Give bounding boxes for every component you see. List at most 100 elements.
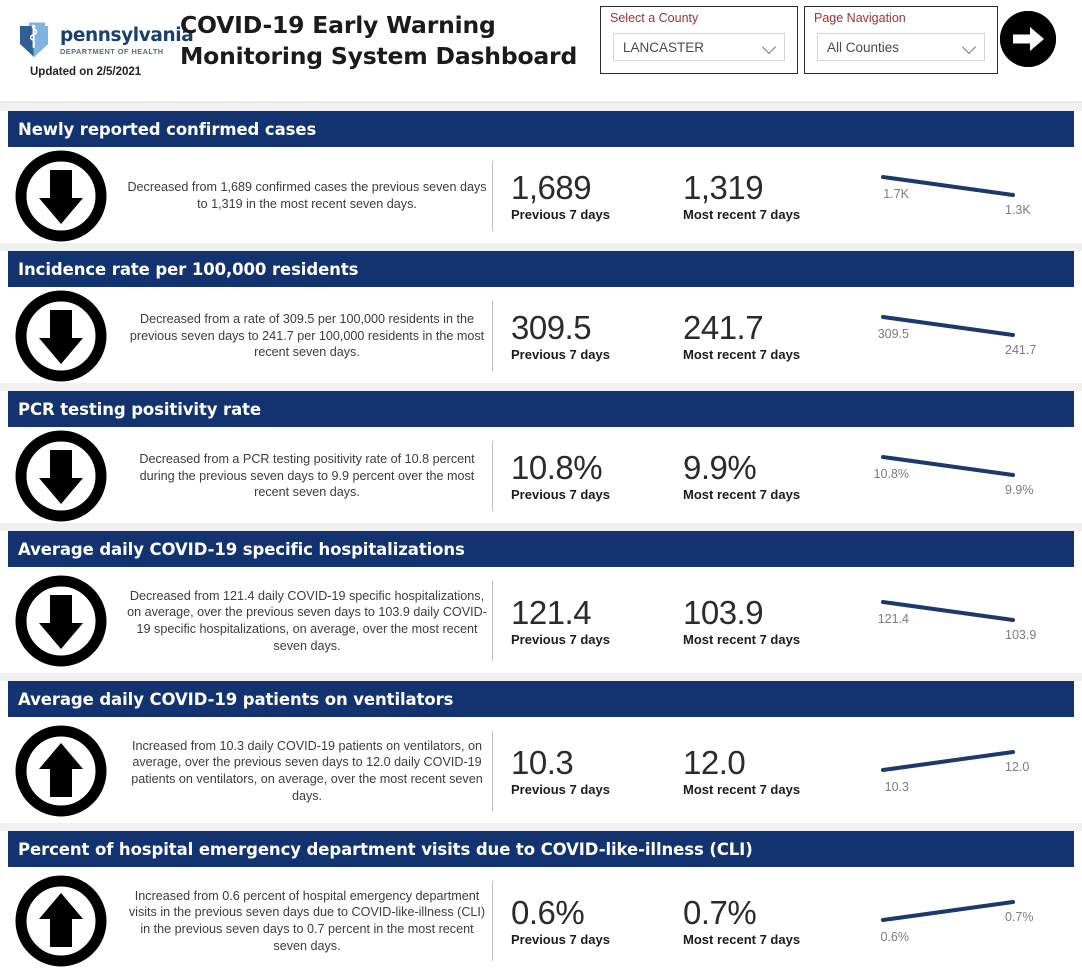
updated-date: Updated on 2/5/2021 [30,66,142,78]
previous-period-value: 10.3 [511,743,574,781]
sparkline-end-label: 241.7 [1005,343,1037,357]
page-navigation-selector[interactable]: Page Navigation All Counties [804,6,998,74]
arrow-right-circle-icon [1000,11,1056,67]
section-body: Decreased from a PCR testing positivity … [0,427,1082,523]
section-gap [0,523,1082,531]
metric-section: Newly reported confirmed cases Decreased… [0,103,1082,243]
recent-period-label: Most recent 7 days [683,347,801,363]
section-banner: Average daily COVID-19 specific hospital… [8,531,1074,567]
section-banner: PCR testing positivity rate [8,391,1074,427]
section-description: Increased from 0.6 percent of hospital e… [128,888,486,953]
previous-period-label: Previous 7 days [511,347,610,363]
recent-period-value: 12.0 [683,743,746,781]
section-title: PCR testing positivity rate [18,399,262,419]
recent-period-stat: 12.0 Most recent 7 days [665,745,865,798]
next-page-button[interactable] [1000,11,1056,67]
page-navigation-label: Page Navigation [814,11,906,25]
section-description: Decreased from a PCR testing positivity … [139,451,475,500]
previous-period-label: Previous 7 days [511,632,610,648]
section-body: Decreased from 121.4 daily COVID-19 spec… [0,567,1082,673]
recent-period-value: 103.9 [683,593,764,631]
section-title: Newly reported confirmed cases [18,119,317,139]
county-dropdown-value: LANCASTER [623,39,705,55]
recent-period-stat: 1,319 Most recent 7 days [665,170,865,223]
sparkline-start-label: 0.6% [880,930,910,944]
section-description: Increased from 10.3 daily COVID-19 patie… [131,738,483,803]
section-description: Decreased from 121.4 daily COVID-19 spec… [127,588,487,653]
section-body: Decreased from a rate of 309.5 per 100,0… [0,287,1082,383]
section-gap [0,823,1082,831]
section-banner: Newly reported confirmed cases [8,111,1074,147]
trend-icon-cell [0,575,122,667]
chevron-down-icon [762,39,778,55]
section-body: Decreased from 1,689 confirmed cases the… [0,147,1082,243]
metric-section: PCR testing positivity rate Decreased fr… [0,383,1082,523]
agency-logo-block: pennsylvania DEPARTMENT OF HEALTH Update… [14,20,194,78]
metric-sections: Newly reported confirmed cases Decreased… [0,103,1082,973]
trend-sparkline: 121.4 103.9 [865,584,1082,658]
section-banner: Incidence rate per 100,000 residents [8,251,1074,287]
recent-period-label: Most recent 7 days [683,632,801,648]
metric-section: Average daily COVID-19 specific hospital… [0,523,1082,673]
recent-period-label: Most recent 7 days [683,782,801,798]
logo-brand-text: pennsylvania [60,24,194,46]
recent-period-stat: 0.7% Most recent 7 days [665,895,865,948]
previous-period-stat: 10.3 Previous 7 days [493,745,665,798]
arrow-up-circle-icon [15,725,107,817]
previous-period-label: Previous 7 days [511,932,610,948]
recent-period-value: 1,319 [683,168,764,206]
page-navigation-dropdown-value: All Counties [827,39,900,55]
section-body: Increased from 0.6 percent of hospital e… [0,867,1082,973]
page-navigation-dropdown[interactable]: All Counties [817,33,985,61]
pa-keystone-caduceus-logo-icon [14,20,54,60]
previous-period-value: 0.6% [511,893,585,931]
logo-subbrand-text: DEPARTMENT OF HEALTH [60,47,164,57]
trend-sparkline: 0.6% 0.7% [865,884,1082,958]
arrow-down-circle-icon [15,430,107,522]
section-gap [0,673,1082,681]
page-title: COVID-19 Early Warning Monitoring System… [180,11,578,71]
previous-period-stat: 1,689 Previous 7 days [493,170,665,223]
trend-icon-cell [0,875,122,967]
trend-sparkline: 10.3 12.0 [865,734,1082,808]
arrow-down-circle-icon [15,150,107,242]
recent-period-value: 241.7 [683,308,764,346]
sparkline-end-label: 1.3K [1005,203,1031,217]
county-dropdown[interactable]: LANCASTER [613,33,785,61]
section-title: Average daily COVID-19 specific hospital… [18,539,465,559]
sparkline-start-label: 309.5 [877,327,909,341]
previous-period-stat: 121.4 Previous 7 days [493,595,665,648]
previous-period-stat: 10.8% Previous 7 days [493,450,665,503]
recent-period-label: Most recent 7 days [683,207,801,223]
trend-sparkline: 1.7K 1.3K [865,159,1082,233]
metric-section: Percent of hospital emergency department… [0,823,1082,973]
previous-period-value: 10.8% [511,448,603,486]
sparkline-end-label: 0.7% [1005,910,1034,924]
trend-icon-cell [0,725,122,817]
section-banner: Average daily COVID-19 patients on venti… [8,681,1074,717]
recent-period-label: Most recent 7 days [683,932,801,948]
dashboard-header: pennsylvania DEPARTMENT OF HEALTH Update… [0,0,1082,103]
chevron-down-icon [962,39,978,55]
recent-period-value: 0.7% [683,893,757,931]
previous-period-label: Previous 7 days [511,487,610,503]
recent-period-stat: 241.7 Most recent 7 days [665,310,865,363]
previous-period-label: Previous 7 days [511,782,610,798]
trend-icon-cell [0,430,122,522]
previous-period-value: 1,689 [511,168,592,206]
section-body: Increased from 10.3 daily COVID-19 patie… [0,717,1082,823]
previous-period-value: 121.4 [511,593,592,631]
previous-period-stat: 309.5 Previous 7 days [493,310,665,363]
trend-sparkline: 309.5 241.7 [865,299,1082,373]
sparkline-end-label: 12.0 [1005,760,1030,774]
section-title: Percent of hospital emergency department… [18,839,753,859]
previous-period-value: 309.5 [511,308,592,346]
recent-period-stat: 9.9% Most recent 7 days [665,450,865,503]
county-selector[interactable]: Select a County LANCASTER [600,6,798,74]
section-gap [0,243,1082,251]
county-selector-label: Select a County [610,11,699,25]
sparkline-end-label: 103.9 [1005,628,1037,642]
arrow-down-circle-icon [15,575,107,667]
sparkline-start-label: 10.3 [884,780,909,794]
sparkline-start-label: 121.4 [877,612,909,626]
